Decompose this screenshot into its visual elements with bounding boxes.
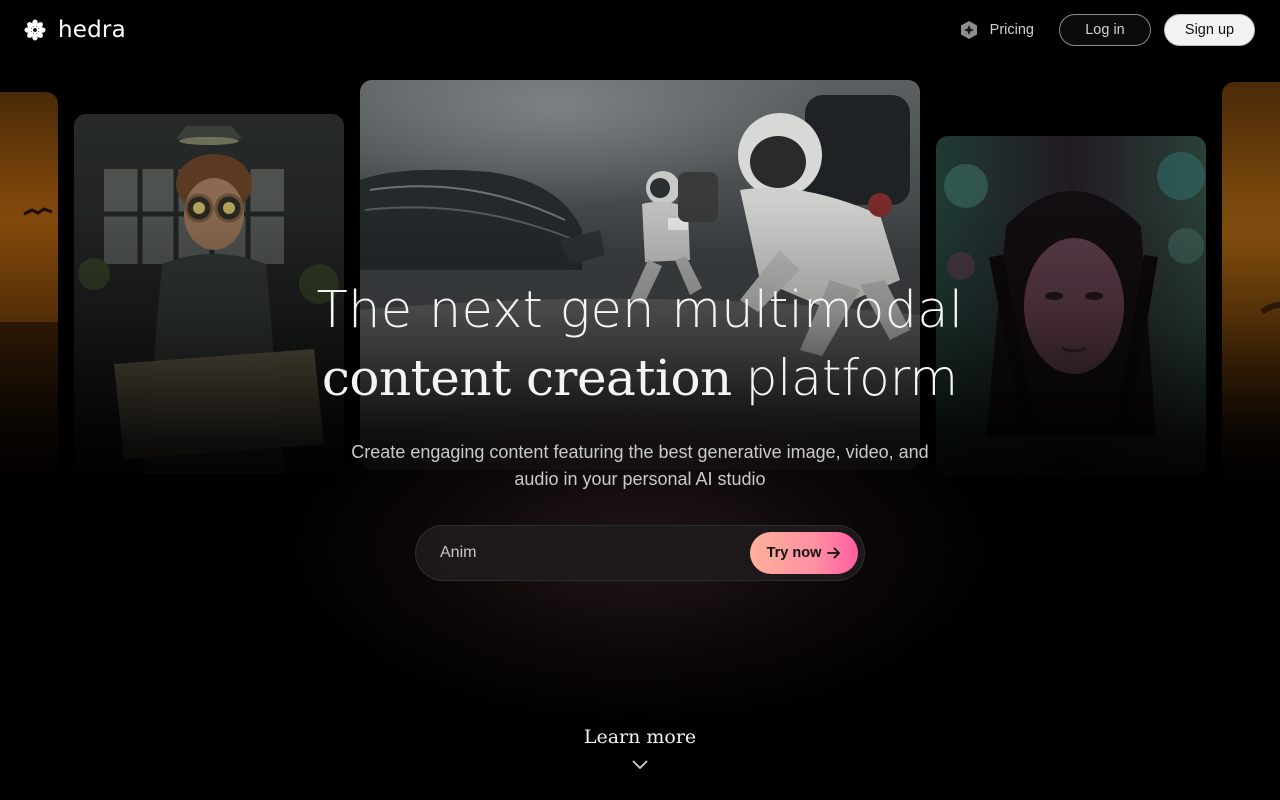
site-header: hedra Pricing Log in Sign up	[0, 0, 1280, 60]
login-button[interactable]: Log in	[1059, 14, 1151, 46]
pricing-link[interactable]: Pricing	[959, 20, 1034, 40]
prompt-input[interactable]	[440, 526, 740, 580]
hero-title-line1: The next gen multimodal	[316, 281, 964, 340]
prompt-bar: Try now	[415, 525, 865, 581]
brand-name: hedra	[58, 17, 126, 43]
chevron-down-icon	[632, 760, 648, 769]
learn-more-label: Learn more	[583, 726, 697, 748]
hero-title-line2: content creation platform	[0, 344, 1280, 412]
hedra-logo-icon	[24, 19, 46, 41]
hero-title-sans: platform	[745, 349, 959, 407]
signup-button[interactable]: Sign up	[1164, 14, 1255, 46]
pricing-gem-icon	[960, 21, 977, 39]
brand-logo[interactable]: hedra	[24, 17, 126, 43]
learn-more-link[interactable]: Learn more	[0, 726, 1280, 770]
hero-title: The next gen multimodal content creation…	[0, 278, 1280, 412]
pricing-label: Pricing	[989, 22, 1034, 38]
hero-subtitle: Create engaging content featuring the be…	[351, 442, 929, 489]
hero-title-serif: content creation	[321, 349, 732, 407]
try-now-label: Try now	[766, 545, 822, 561]
arrow-right-icon	[827, 547, 841, 559]
try-now-button[interactable]: Try now	[750, 532, 858, 574]
top-nav: Pricing Log in Sign up	[959, 14, 1255, 46]
